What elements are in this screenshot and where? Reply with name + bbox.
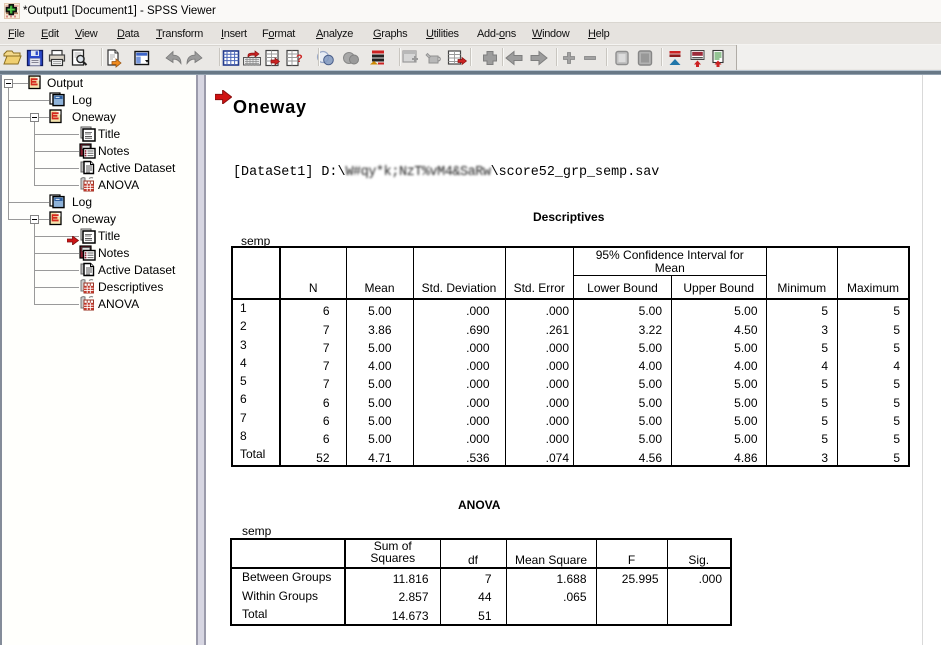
svg-text:?: ? xyxy=(296,53,303,65)
